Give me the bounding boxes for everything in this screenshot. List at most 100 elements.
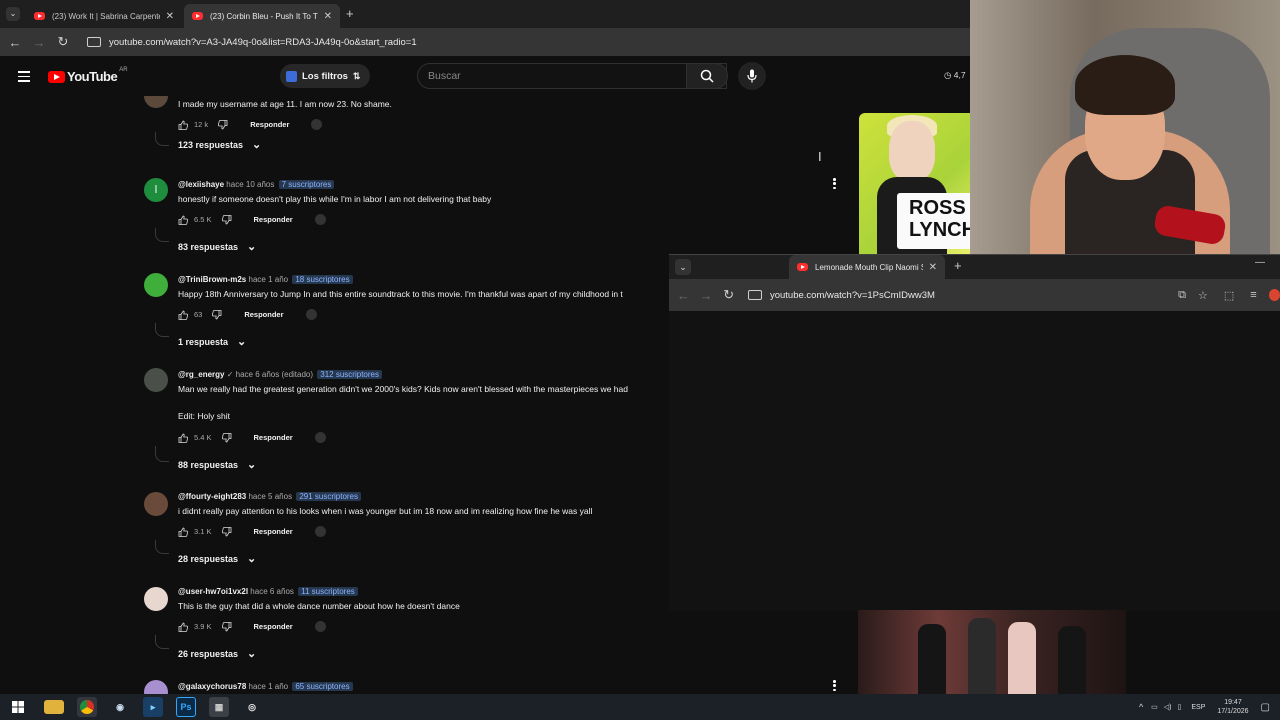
comment-author[interactable]: @rg_energy bbox=[178, 370, 224, 379]
close-tab-icon[interactable]: ✕ bbox=[166, 11, 174, 22]
url-field[interactable]: youtube.com/watch?v=1PsCmIDww3M bbox=[744, 290, 1178, 301]
youtube-header: YouTube AR Los filtros ⇅ Buscar ◷ 4,7 bbox=[0, 56, 970, 96]
reply-button[interactable]: Responder bbox=[254, 622, 293, 631]
search-button[interactable] bbox=[686, 63, 728, 89]
like-icon[interactable] bbox=[178, 120, 188, 130]
avatar[interactable] bbox=[144, 368, 168, 392]
profile-avatar-icon[interactable] bbox=[1268, 289, 1280, 301]
view-replies-button[interactable]: 28 respuestas ⌄ bbox=[178, 552, 256, 565]
view-replies-button[interactable]: 83 respuestas ⌄ bbox=[178, 240, 256, 253]
reload-icon[interactable]: ↻ bbox=[51, 34, 75, 50]
media-control-icon[interactable]: ≡ bbox=[1250, 289, 1256, 301]
close-tab-icon[interactable]: ✕ bbox=[324, 11, 332, 22]
tab-search-dropdown[interactable]: ⌄ bbox=[6, 7, 20, 21]
tab-work-it[interactable]: (23) Work It | Sabrina Carpenter ✕ bbox=[26, 4, 182, 28]
reply-button[interactable]: Responder bbox=[244, 310, 283, 319]
comment-author[interactable]: @galaxychorus78 bbox=[178, 682, 246, 691]
youtube-favicon-icon bbox=[34, 12, 45, 20]
network-icon[interactable]: ▭ bbox=[1151, 703, 1158, 711]
comment-text: This is the guy that did a whole dance n… bbox=[178, 601, 460, 611]
chevron-up-icon[interactable]: ^ bbox=[1139, 702, 1143, 712]
comment-author[interactable]: @ffourty-eight283 bbox=[178, 492, 246, 501]
file-explorer-icon[interactable] bbox=[44, 700, 64, 714]
reply-button[interactable]: Responder bbox=[254, 433, 293, 442]
like-icon[interactable] bbox=[178, 433, 188, 443]
voice-search-button[interactable] bbox=[738, 62, 766, 90]
extensions-icon[interactable]: ⬚ bbox=[1224, 289, 1234, 302]
new-tab-button[interactable]: + bbox=[346, 6, 354, 21]
avatar[interactable] bbox=[144, 492, 168, 516]
more-options-icon[interactable] bbox=[833, 178, 837, 191]
install-app-icon[interactable]: ⧉ bbox=[1178, 289, 1186, 302]
dislike-icon[interactable] bbox=[221, 214, 232, 225]
like-icon[interactable] bbox=[178, 527, 188, 537]
tab-lemonade-mouth[interactable]: Lemonade Mouth Clip Naomi S ✕ bbox=[789, 255, 945, 279]
youtube-logo[interactable]: YouTube AR bbox=[48, 67, 128, 84]
search-input[interactable]: Buscar bbox=[417, 63, 727, 89]
avatar[interactable] bbox=[144, 96, 168, 108]
new-tab-button[interactable]: + bbox=[954, 258, 962, 273]
comment-time[interactable]: hace 5 años bbox=[248, 492, 292, 501]
like-icon[interactable] bbox=[178, 622, 188, 632]
video-thumbnail[interactable]: ROSS LYNCH bbox=[859, 113, 970, 255]
more-options-icon[interactable] bbox=[833, 680, 837, 693]
reply-button[interactable]: Responder bbox=[254, 527, 293, 536]
dislike-icon[interactable] bbox=[218, 119, 228, 130]
dislike-icon[interactable] bbox=[212, 309, 222, 320]
view-replies-button[interactable]: 26 respuestas ⌄ bbox=[178, 647, 256, 660]
like-icon[interactable] bbox=[178, 310, 188, 320]
obs-icon[interactable]: ◎ bbox=[242, 697, 262, 717]
comment-time[interactable]: hace 6 años (editado) bbox=[236, 370, 313, 379]
site-info-icon[interactable] bbox=[747, 290, 762, 300]
photoshop-icon[interactable]: Ps bbox=[176, 697, 196, 717]
view-replies-button[interactable]: 88 respuestas ⌄ bbox=[178, 458, 256, 471]
dance-video-thumbnail[interactable] bbox=[858, 610, 1126, 694]
back-arrow-icon[interactable]: ← bbox=[672, 288, 695, 303]
notification-icon[interactable]: ▢ bbox=[1261, 702, 1270, 713]
webcam-overlay bbox=[970, 0, 1280, 268]
reply-button[interactable]: Responder bbox=[254, 215, 293, 224]
avatar[interactable]: l bbox=[144, 178, 168, 202]
filters-button[interactable]: Los filtros ⇅ bbox=[280, 64, 371, 88]
text-cursor-icon: I bbox=[818, 149, 822, 164]
reload-icon[interactable]: ↻ bbox=[717, 287, 740, 303]
like-icon[interactable] bbox=[178, 215, 188, 225]
comment-author[interactable]: @user-hw7oi1vx2l bbox=[178, 587, 248, 596]
tab-corbin-bleu[interactable]: (23) Corbin Bleu - Push It To The Limit … bbox=[184, 4, 340, 28]
comment-time[interactable]: hace 1 año bbox=[249, 275, 289, 284]
comments-section: I made my username at age 11. I am now 2… bbox=[140, 96, 670, 696]
minimize-icon[interactable]: — bbox=[1255, 257, 1265, 268]
reply-button[interactable]: Responder bbox=[250, 120, 289, 129]
clock-icon: ◷ bbox=[944, 70, 952, 80]
comment-author[interactable]: @TriniBrown-m2s bbox=[178, 275, 246, 284]
dislike-icon[interactable] bbox=[221, 526, 232, 537]
avatar[interactable] bbox=[144, 587, 168, 611]
comment-time[interactable]: hace 10 años bbox=[226, 180, 274, 189]
avatar[interactable] bbox=[144, 273, 168, 297]
view-replies-button[interactable]: 123 respuestas ⌄ bbox=[178, 138, 261, 151]
tab-search-dropdown[interactable]: ⌄ bbox=[675, 259, 691, 275]
url-field[interactable]: youtube.com/watch?v=A3-JA49q-0o&list=RDA… bbox=[83, 31, 943, 53]
bookmark-star-icon[interactable]: ☆ bbox=[1198, 289, 1208, 302]
app-icon[interactable]: ▸ bbox=[143, 697, 163, 717]
view-replies-button[interactable]: 1 respuesta ⌄ bbox=[178, 335, 246, 348]
dislike-icon[interactable] bbox=[221, 621, 232, 632]
language-indicator[interactable]: ESP bbox=[1191, 704, 1205, 711]
clock[interactable]: 19:47 17/1/2026 bbox=[1217, 698, 1248, 716]
close-tab-icon[interactable]: ✕ bbox=[929, 262, 937, 273]
calculator-icon[interactable]: ▦ bbox=[209, 697, 229, 717]
forward-arrow-icon[interactable]: → bbox=[27, 35, 51, 50]
comment-time[interactable]: hace 1 año bbox=[249, 682, 289, 691]
dislike-icon[interactable] bbox=[221, 432, 232, 443]
volume-icon[interactable]: ◁) bbox=[1164, 703, 1172, 711]
forward-arrow-icon[interactable]: → bbox=[695, 288, 718, 303]
menu-icon[interactable] bbox=[18, 71, 30, 85]
back-arrow-icon[interactable]: ← bbox=[3, 35, 27, 50]
battery-icon[interactable]: ▯ bbox=[1178, 703, 1182, 711]
chrome-icon[interactable] bbox=[77, 697, 97, 717]
comment-time[interactable]: hace 6 años bbox=[250, 587, 294, 596]
site-info-icon[interactable] bbox=[87, 37, 101, 47]
steam-icon[interactable]: ◉ bbox=[110, 697, 130, 717]
comment-author[interactable]: @lexiishaye bbox=[178, 180, 224, 189]
windows-start-icon[interactable] bbox=[8, 697, 28, 717]
